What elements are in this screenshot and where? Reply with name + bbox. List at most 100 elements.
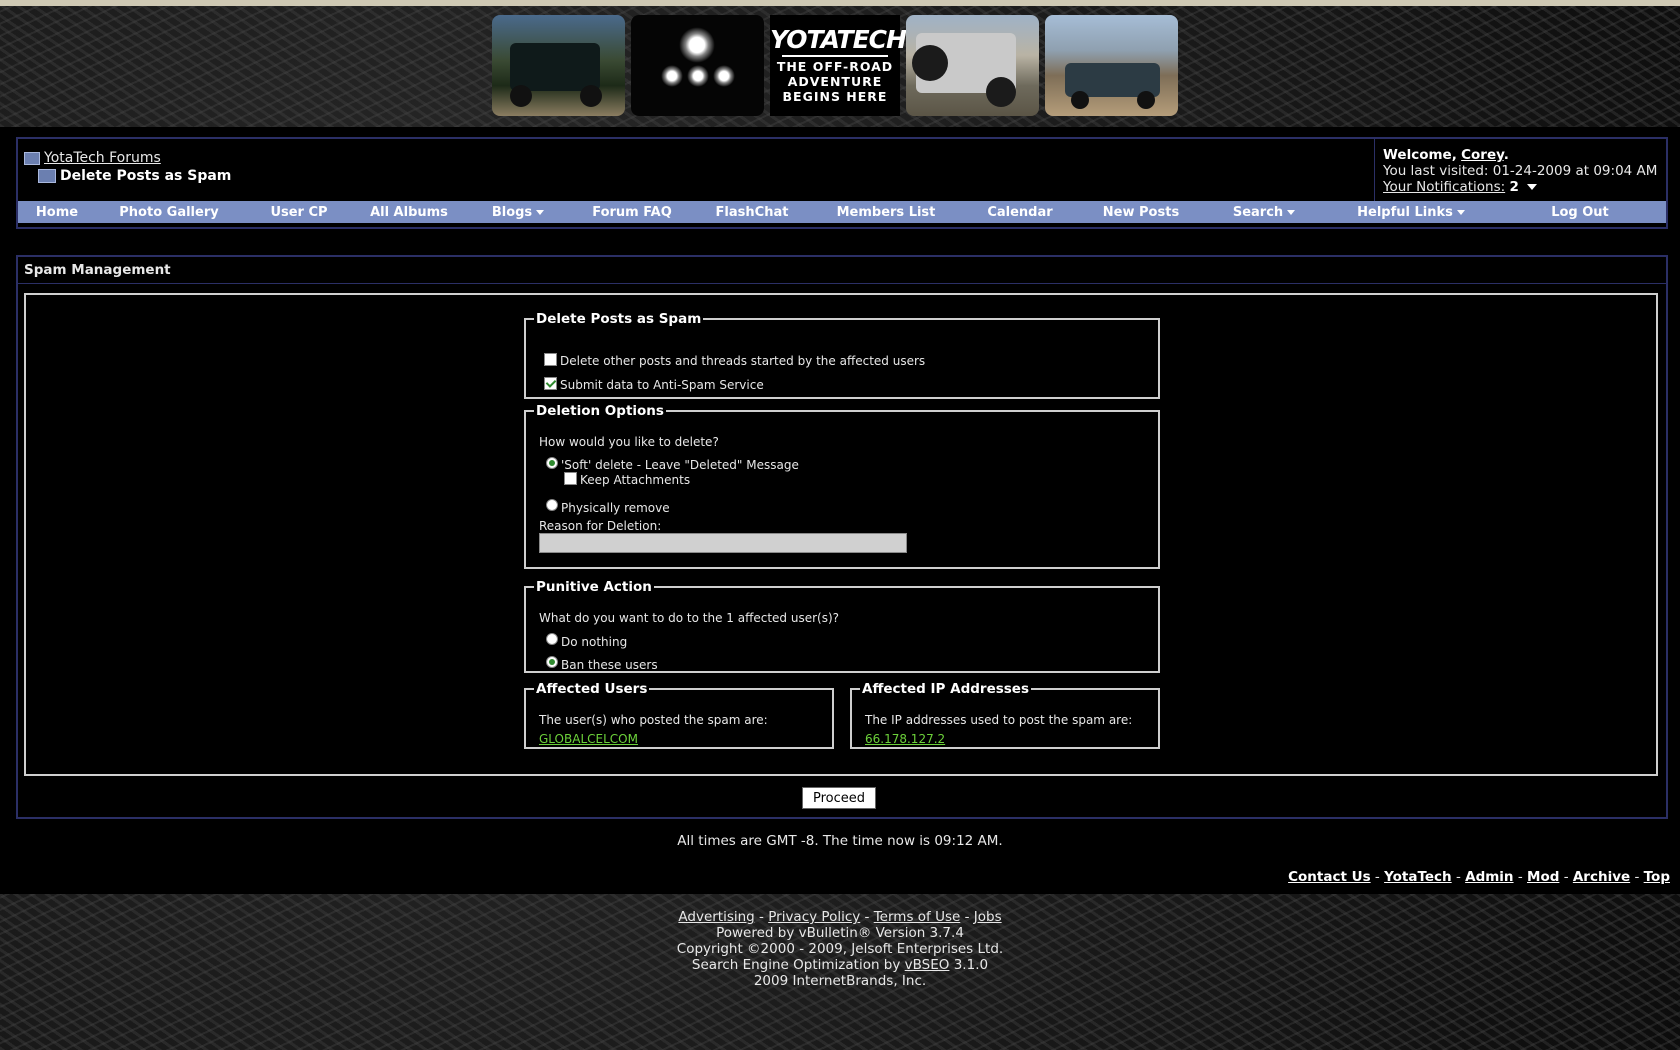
nav-blogs[interactable]: Blogs — [462, 205, 574, 220]
yotatech-logo[interactable]: YOTATECH THE OFF-ROAD ADVENTURE BEGINS H… — [770, 15, 907, 116]
vbseo-link[interactable]: vBSEO — [905, 957, 950, 973]
breadcrumb-root-link[interactable]: YotaTech Forums — [44, 149, 161, 167]
physically-remove-radio[interactable] — [546, 499, 558, 511]
footer-link-contact-us[interactable]: Contact Us — [1288, 869, 1371, 885]
forum-home-icon[interactable] — [24, 151, 40, 165]
chevron-down-icon — [536, 209, 545, 215]
footer-separator: - — [1563, 869, 1569, 885]
window-top-strip — [0, 0, 1680, 6]
seo-prefix: Search Engine Optimization by — [691, 957, 901, 973]
jobs-link[interactable]: Jobs — [974, 909, 1002, 925]
copyright-block: Advertising - Privacy Policy - Terms of … — [0, 909, 1680, 989]
powered-by: Powered by vBulletin® Version 3.7.4 — [716, 925, 964, 941]
submit-antispam-checkbox[interactable] — [544, 377, 557, 390]
delete-posts-fieldset: Delete Posts as Spam Delete other posts … — [524, 311, 1160, 399]
brand-line: 2009 InternetBrands, Inc. — [753, 973, 927, 989]
notifications-dropdown-icon[interactable] — [1527, 184, 1538, 190]
footer-separator: - — [1374, 869, 1380, 885]
banner-photo-truck-front — [492, 15, 625, 116]
logo-title: YOTATECH — [770, 25, 907, 54]
affected-users-legend: Affected Users — [536, 681, 648, 697]
chevron-down-icon — [1456, 209, 1465, 215]
chevron-down-icon — [1287, 209, 1296, 215]
reason-label: Reason for Deletion: — [539, 519, 662, 533]
affected-user-link[interactable]: GLOBALCELCOM — [539, 732, 638, 746]
delete-posts-legend: Delete Posts as Spam — [536, 311, 702, 327]
ban-users-label: Ban these users — [561, 658, 658, 672]
nav-flashchat[interactable]: FlashChat — [690, 205, 814, 220]
nav-all-albums[interactable]: All Albums — [356, 205, 462, 220]
spam-management-panel: Spam Management Delete Posts as Spam Del… — [16, 255, 1668, 819]
proceed-button[interactable]: Proceed — [802, 787, 876, 809]
current-page-icon — [38, 169, 56, 183]
advertising-link[interactable]: Advertising — [678, 909, 754, 925]
terms-of-use-link[interactable]: Terms of Use — [874, 909, 961, 925]
legal-links: Advertising - Privacy Policy - Terms of … — [678, 909, 1002, 925]
spam-form: Delete Posts as Spam Delete other posts … — [24, 293, 1658, 776]
panel-title: Spam Management — [18, 257, 1666, 284]
footer-link-admin[interactable]: Admin — [1465, 869, 1513, 885]
welcome-suffix: . — [1503, 147, 1509, 163]
logo-tagline-2: ADVENTURE — [787, 74, 883, 89]
physically-remove-label: Physically remove — [561, 501, 670, 515]
time-note: All times are GMT -8. The time now is 09… — [677, 833, 1003, 849]
last-visited-label: You last visited: 01-24-2009 at — [1383, 163, 1590, 179]
affected-ips-legend: Affected IP Addresses — [862, 681, 1029, 697]
deletion-options-fieldset: Deletion Options How would you like to d… — [524, 403, 1160, 569]
footer-separator: - — [1517, 869, 1523, 885]
notifications-link[interactable]: Your Notifications: — [1383, 179, 1505, 195]
punitive-question: What do you want to do to the 1 affected… — [539, 611, 840, 625]
nav-search[interactable]: Search — [1200, 205, 1328, 220]
affected-ips-fieldset: Affected IP Addresses The IP addresses u… — [850, 681, 1160, 749]
nav-home[interactable]: Home — [18, 205, 96, 220]
breadcrumb-current: Delete Posts as Spam — [60, 168, 232, 184]
nav-helpful-links[interactable]: Helpful Links — [1328, 205, 1494, 220]
keep-attachments-label: Keep Attachments — [580, 473, 691, 487]
notifications-count: 2 — [1509, 179, 1519, 195]
welcome-box: Welcome, Corey. You last visited: 01-24-… — [1374, 139, 1675, 207]
affected-users-text: The user(s) who posted the spam are: — [539, 713, 768, 727]
footer-links: Contact Us - YotaTech - Admin - Mod - Ar… — [1288, 869, 1670, 885]
footer-separator: - — [1455, 869, 1461, 885]
copyright-text: Copyright ©2000 - 2009, Jelsoft Enterpri… — [676, 941, 1004, 957]
nav-calendar[interactable]: Calendar — [958, 205, 1082, 220]
nav-photo-gallery[interactable]: Photo Gallery — [96, 205, 242, 220]
breadcrumb: YotaTech Forums Delete Posts as Spam — [24, 149, 231, 185]
navbar: Home Photo Gallery User CP All Albums Bl… — [18, 201, 1666, 223]
soft-delete-radio[interactable] — [546, 457, 558, 469]
delete-other-checkbox[interactable] — [544, 353, 557, 366]
logo-tagline-1: THE OFF-ROAD — [776, 59, 894, 74]
do-nothing-label: Do nothing — [561, 635, 628, 649]
deletion-question: How would you like to delete? — [539, 435, 719, 449]
footer-link-top[interactable]: Top — [1644, 869, 1670, 885]
nav-log-out[interactable]: Log Out — [1494, 205, 1666, 220]
banner-photo-night-lights — [631, 15, 764, 116]
footer-link-yotatech[interactable]: YotaTech — [1384, 869, 1452, 885]
banner-photo-truck-desert — [1045, 15, 1178, 116]
affected-ip-link[interactable]: 66.178.127.2 — [865, 732, 945, 746]
username-link[interactable]: Corey — [1461, 147, 1504, 163]
nav-user-cp[interactable]: User CP — [242, 205, 356, 220]
main-content: YotaTech Forums Delete Posts as Spam Wel… — [0, 127, 1680, 894]
keep-attachments-checkbox[interactable] — [564, 472, 577, 485]
navigation-table: YotaTech Forums Delete Posts as Spam Wel… — [16, 137, 1668, 229]
do-nothing-radio[interactable] — [546, 633, 558, 645]
seo-line: Search Engine Optimization by vBSEO 3.1.… — [0, 957, 1680, 973]
privacy-policy-link[interactable]: Privacy Policy — [768, 909, 860, 925]
affected-users-fieldset: Affected Users The user(s) who posted th… — [524, 681, 834, 749]
footer-separator: - — [1634, 869, 1640, 885]
footer-link-archive[interactable]: Archive — [1573, 869, 1630, 885]
welcome-prefix: Welcome, — [1383, 147, 1457, 163]
nav-members-list[interactable]: Members List — [814, 205, 958, 220]
nav-forum-faq[interactable]: Forum FAQ — [574, 205, 690, 220]
punitive-action-fieldset: Punitive Action What do you want to do t… — [524, 579, 1160, 673]
footer-link-mod[interactable]: Mod — [1527, 869, 1559, 885]
seo-version: 3.1.0 — [953, 957, 989, 973]
soft-delete-label: 'Soft' delete - Leave "Deleted" Message — [561, 458, 799, 472]
submit-antispam-label: Submit data to Anti-Spam Service — [560, 378, 764, 392]
deletion-options-legend: Deletion Options — [536, 403, 664, 419]
reason-input[interactable] — [539, 533, 907, 553]
nav-new-posts[interactable]: New Posts — [1082, 205, 1200, 220]
ban-users-radio[interactable] — [546, 656, 558, 668]
banner-photo-truck-rear — [906, 15, 1039, 116]
